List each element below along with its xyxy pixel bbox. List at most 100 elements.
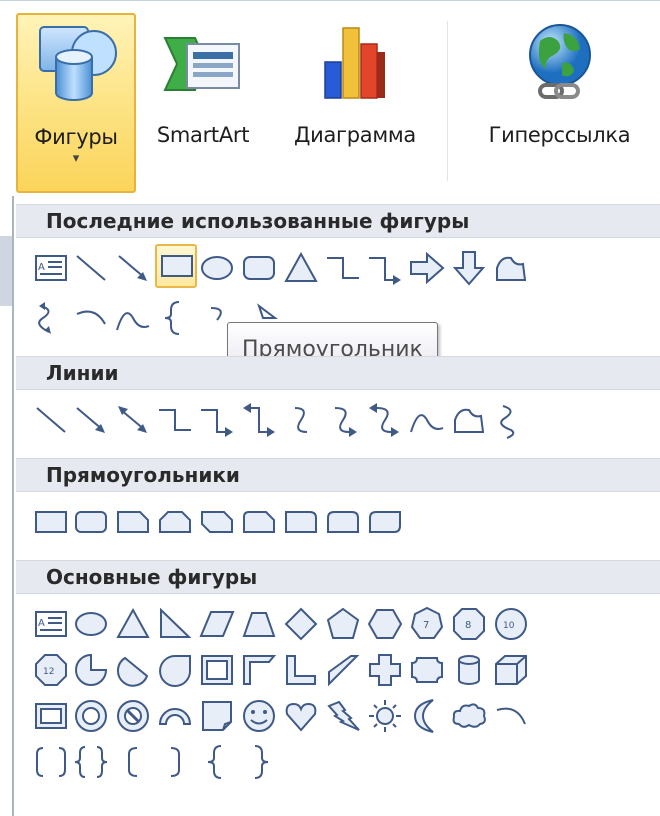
- shapes-button[interactable]: Фигуры ▾: [16, 13, 136, 193]
- down-arrow-shape[interactable]: [449, 248, 489, 288]
- donut-shape[interactable]: [71, 696, 111, 736]
- elbow-double-arrow-connector-shape[interactable]: [239, 400, 279, 440]
- chevron-down-icon: ▾: [72, 151, 80, 166]
- dodecagon-shape[interactable]: 12: [31, 650, 71, 690]
- hexagon-shape[interactable]: [365, 604, 405, 644]
- ribbon-separator: [447, 21, 448, 181]
- trapezoid-shape[interactable]: [239, 604, 279, 644]
- textbox-shape[interactable]: A: [31, 604, 71, 644]
- smiley-face-shape[interactable]: [239, 696, 279, 736]
- curved-arrow-connector-shape[interactable]: [323, 400, 363, 440]
- hyperlink-button[interactable]: Гиперссылка: [462, 13, 657, 193]
- left-brace-shape[interactable]: [155, 298, 195, 338]
- svg-text:A: A: [38, 618, 45, 629]
- insert-ribbon-group: Фигуры ▾ SmartArt Диаграмма Гиперссылка: [0, 0, 660, 197]
- decagon-shape[interactable]: 10: [491, 604, 531, 644]
- diamond-shape[interactable]: [281, 604, 321, 644]
- right-brace-shape[interactable]: [239, 742, 279, 782]
- svg-text:10: 10: [503, 621, 515, 631]
- rounded-rectangle-shape[interactable]: [239, 248, 279, 288]
- triangle-shape[interactable]: [281, 248, 321, 288]
- teardrop-shape[interactable]: [155, 650, 195, 690]
- arrow-line-shape[interactable]: [71, 400, 111, 440]
- left-brace-shape[interactable]: [197, 742, 237, 782]
- cross-shape[interactable]: [365, 650, 405, 690]
- heptagon-shape[interactable]: 7: [407, 604, 447, 644]
- elbow-connector-shape[interactable]: [323, 248, 363, 288]
- heart-shape[interactable]: [281, 696, 321, 736]
- section-header-recent: Последние использованные фигуры: [16, 204, 660, 238]
- oval-shape[interactable]: [71, 604, 111, 644]
- snip-round-corner-rectangle-shape[interactable]: [239, 502, 279, 542]
- snip-same-side-corner-rectangle-shape[interactable]: [155, 502, 195, 542]
- elbow-arrow-connector-shape[interactable]: [197, 400, 237, 440]
- elbow-arrow-connector-shape[interactable]: [365, 248, 405, 288]
- round-diagonal-corner-rectangle-shape[interactable]: [365, 502, 405, 542]
- no-symbol-shape[interactable]: [113, 696, 153, 736]
- round-single-corner-rectangle-shape[interactable]: [281, 502, 321, 542]
- line-shape[interactable]: [71, 248, 111, 288]
- rectangle-shape[interactable]: [31, 502, 71, 542]
- bevel-shape[interactable]: [31, 696, 71, 736]
- svg-text:7: 7: [423, 620, 429, 631]
- left-bracket-shape[interactable]: [113, 742, 153, 782]
- right-bracket-shape[interactable]: [155, 742, 195, 782]
- half-frame-shape[interactable]: [239, 650, 279, 690]
- chart-label: Диаграмма: [293, 123, 416, 147]
- curve-shape[interactable]: [407, 400, 447, 440]
- double-bracket-shape[interactable]: [31, 742, 71, 782]
- section-header-lines: Линии: [16, 356, 660, 390]
- moon-shape[interactable]: [407, 696, 447, 736]
- chord-shape[interactable]: [113, 650, 153, 690]
- cloud-shape[interactable]: [449, 696, 489, 736]
- curved-arrow-connector-shape[interactable]: [31, 298, 71, 338]
- frame-shape[interactable]: [197, 650, 237, 690]
- shapes-gallery: Последние использованные фигуры A Прямоу…: [12, 196, 660, 816]
- freeform-shape[interactable]: [491, 248, 531, 288]
- section-header-basic-shapes: Основные фигуры: [16, 560, 660, 594]
- gallery-shadow: [0, 236, 12, 306]
- cube-shape[interactable]: [491, 650, 531, 690]
- double-arrow-line-shape[interactable]: [113, 400, 153, 440]
- snip-single-corner-rectangle-shape[interactable]: [113, 502, 153, 542]
- oval-shape[interactable]: [197, 248, 237, 288]
- round-same-side-corner-rectangle-shape[interactable]: [323, 502, 363, 542]
- lightning-bolt-shape[interactable]: [323, 696, 363, 736]
- sun-shape[interactable]: [365, 696, 405, 736]
- arc-shape[interactable]: [71, 298, 111, 338]
- isosceles-triangle-shape[interactable]: [113, 604, 153, 644]
- octagon-shape[interactable]: 8: [449, 604, 489, 644]
- right-triangle-shape[interactable]: [155, 604, 195, 644]
- scribble-shape[interactable]: [491, 400, 531, 440]
- arc-shape[interactable]: [491, 696, 531, 736]
- textbox-shape[interactable]: A: [31, 248, 71, 288]
- right-arrow-shape[interactable]: [407, 248, 447, 288]
- elbow-connector-shape[interactable]: [155, 400, 195, 440]
- line-shape[interactable]: [31, 400, 71, 440]
- curved-double-arrow-connector-shape[interactable]: [365, 400, 405, 440]
- can-shape[interactable]: [449, 650, 489, 690]
- curved-connector-shape[interactable]: [281, 400, 321, 440]
- chart-button[interactable]: Диаграмма: [270, 13, 440, 193]
- freeform-shape[interactable]: [449, 400, 489, 440]
- folded-corner-shape[interactable]: [197, 696, 237, 736]
- shapes-label: Фигуры: [34, 125, 118, 149]
- curve-shape[interactable]: [113, 298, 153, 338]
- rounded-rectangle-shape[interactable]: [71, 502, 111, 542]
- arrow-line-shape[interactable]: [113, 248, 153, 288]
- plaque-shape[interactable]: [407, 650, 447, 690]
- hyperlink-label: Гиперссылка: [488, 123, 631, 147]
- snip-diagonal-corner-rectangle-shape[interactable]: [197, 502, 237, 542]
- svg-text:8: 8: [465, 620, 471, 631]
- pentagon-shape[interactable]: [323, 604, 363, 644]
- pie-shape[interactable]: [71, 650, 111, 690]
- double-brace-shape[interactable]: [71, 742, 111, 782]
- rectangle-shape[interactable]: [155, 244, 197, 288]
- l-shape[interactable]: [281, 650, 321, 690]
- chart-icon: [313, 19, 397, 109]
- parallelogram-shape[interactable]: [197, 604, 237, 644]
- diagonal-stripe-shape[interactable]: [323, 650, 363, 690]
- section-header-rectangles: Прямоугольники: [16, 458, 660, 492]
- block-arc-shape[interactable]: [155, 696, 195, 736]
- smartart-button[interactable]: SmartArt: [138, 13, 268, 193]
